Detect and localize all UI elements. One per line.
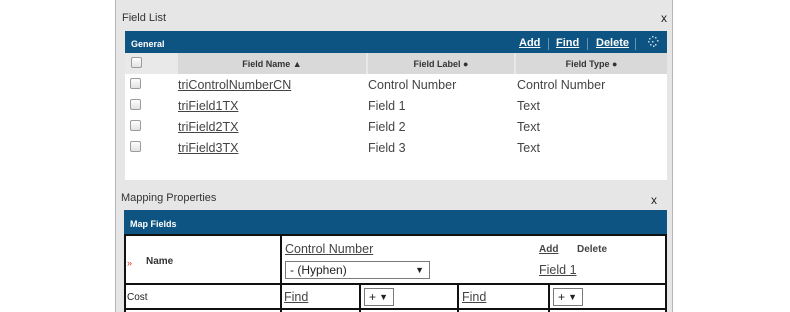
table-header: Field Name ▲ Field Label ● Field Type ● — [125, 53, 667, 74]
dialog-panel: Field List x General Add Find Delete Fie… — [115, 0, 673, 312]
field-label-cell: Field 2 — [368, 120, 406, 134]
field-name-link[interactable]: triField2TX — [178, 120, 238, 134]
field-label-cell: Field 3 — [368, 141, 406, 155]
grid-line — [124, 234, 667, 236]
mapping-properties-title: Mapping Properties — [121, 192, 217, 204]
column-chooser-icon[interactable] — [648, 36, 659, 47]
select-all-checkbox[interactable] — [131, 57, 142, 68]
map-add-button[interactable]: Add — [539, 244, 558, 255]
row-checkbox[interactable] — [130, 78, 141, 89]
toolbar-separator — [635, 38, 636, 50]
toolbar-separator — [587, 38, 588, 50]
grid-line — [665, 234, 667, 312]
find-button[interactable]: Find — [556, 37, 579, 49]
chevron-down-icon: ▼ — [379, 292, 388, 302]
field-name-link[interactable]: triField3TX — [178, 141, 238, 155]
add-button[interactable]: Add — [519, 37, 540, 49]
separator-select[interactable]: - (Hyphen) ▼ — [285, 261, 430, 279]
cost-operator-value: + — [369, 290, 377, 304]
mapping-close-button[interactable]: x — [651, 193, 657, 207]
field-1-link[interactable]: Field 1 — [539, 263, 577, 277]
column-header-field-type[interactable]: Field Type ● — [516, 53, 667, 74]
field-label-cell: Field 1 — [368, 99, 406, 113]
column-header-field-name[interactable]: Field Name ▲ — [178, 53, 366, 74]
cost-find-link[interactable]: Find — [284, 290, 308, 304]
field-type-cell: Control Number — [517, 78, 606, 92]
grid-line — [124, 234, 126, 312]
map-fields-grid: » Name Control Number - (Hyphen) ▼ Add D… — [124, 234, 667, 312]
toolbar-separator — [548, 38, 549, 50]
separator-select-value: - (Hyphen) — [290, 263, 347, 277]
map-fields-bar-title: Map Fields — [130, 219, 177, 229]
field-name-link[interactable]: triControlNumberCN — [178, 78, 291, 92]
grid-line — [124, 283, 667, 285]
name-row-label: Name — [146, 256, 174, 267]
required-marker: » — [127, 258, 133, 268]
row-checkbox[interactable] — [130, 141, 141, 152]
delete-button[interactable]: Delete — [596, 37, 629, 49]
general-bar: General Add Find Delete — [125, 31, 667, 53]
field-type-cell: Text — [517, 120, 540, 134]
control-number-link[interactable]: Control Number — [285, 242, 373, 256]
row-checkbox[interactable] — [130, 120, 141, 131]
field-list-close-button[interactable]: x — [661, 11, 667, 25]
field-name-link[interactable]: triField1TX — [178, 99, 238, 113]
field-list-title: Field List — [122, 12, 167, 24]
field-list-table: Field Name ▲ Field Label ● Field Type ● … — [125, 53, 667, 180]
row-checkbox[interactable] — [130, 99, 141, 110]
field-type-cell: Text — [517, 141, 540, 155]
field-type-cell: Text — [517, 99, 540, 113]
cost-operator-value-2: + — [558, 290, 566, 304]
grid-line — [124, 308, 667, 310]
column-header-field-label[interactable]: Field Label ● — [368, 53, 514, 74]
cost-row-label: Cost — [127, 292, 148, 303]
chevron-down-icon: ▼ — [568, 292, 577, 302]
field-label-cell: Control Number — [368, 78, 457, 92]
cost-find-link-2[interactable]: Find — [462, 290, 486, 304]
grid-line — [280, 234, 282, 312]
grid-line — [359, 283, 361, 312]
cost-operator-select[interactable]: + ▼ — [364, 288, 394, 306]
map-fields-bar: Map Fields — [124, 210, 667, 234]
grid-line — [457, 283, 459, 312]
cost-operator-select-2[interactable]: + ▼ — [553, 288, 583, 306]
chevron-down-icon: ▼ — [415, 265, 424, 275]
general-bar-title: General — [131, 39, 165, 49]
grid-line — [548, 283, 550, 312]
map-delete-button[interactable]: Delete — [577, 244, 607, 255]
